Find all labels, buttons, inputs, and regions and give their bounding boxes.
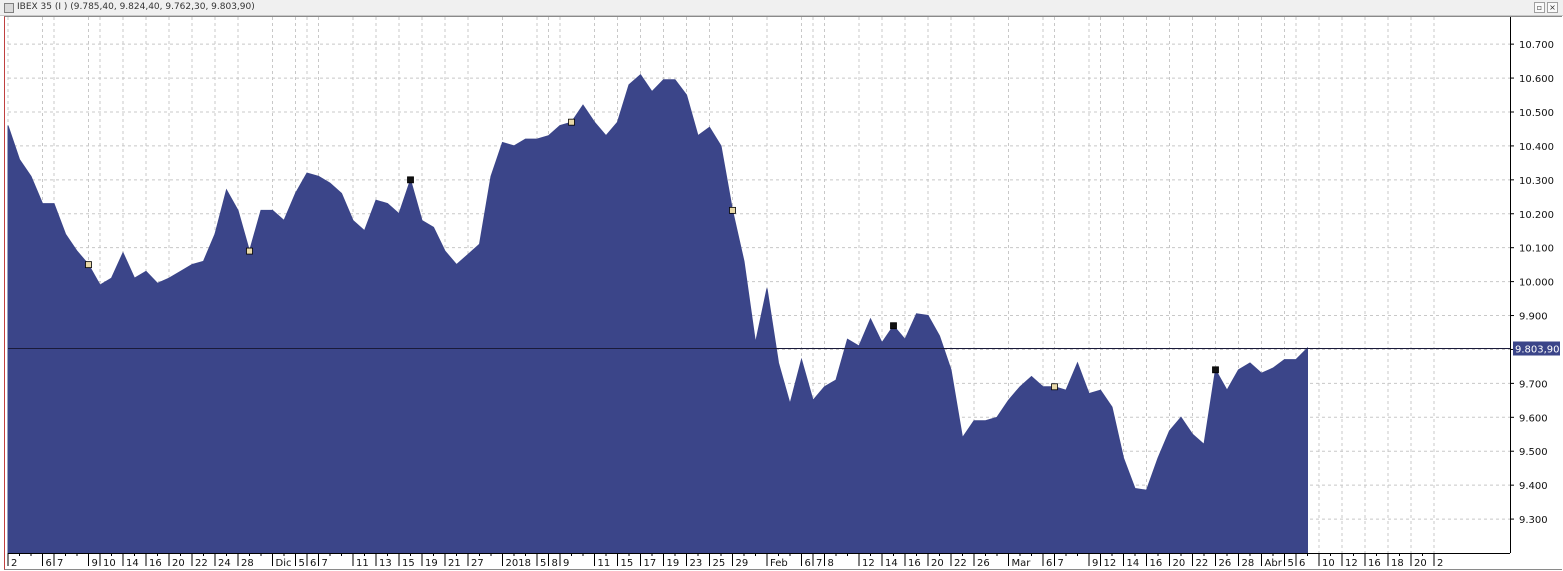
price-tick-label: 9.900 bbox=[1519, 312, 1548, 323]
date-tick-label: 5 bbox=[1288, 558, 1294, 569]
chart-marker bbox=[407, 176, 414, 184]
date-tick-label: 6 bbox=[1299, 558, 1305, 569]
price-tick-label: 10.400 bbox=[1519, 142, 1554, 153]
date-tick-label: 6 bbox=[310, 558, 316, 569]
date-tick-label: 26 bbox=[977, 558, 990, 569]
price-chart[interactable]: 10.700 10.600 10.500 10.400 10.300 10.200 10.1… bbox=[0, 0, 1563, 571]
date-tick-label: 22 bbox=[954, 558, 967, 569]
date-tick-label: 23 bbox=[690, 558, 703, 569]
price-tick-label: 10.300 bbox=[1519, 176, 1554, 187]
price-area-path bbox=[7, 73, 1308, 554]
date-tick-label: 8 bbox=[552, 558, 558, 569]
date-tick-label: 11 bbox=[356, 558, 369, 569]
price-tick-label: 10.700 bbox=[1519, 40, 1554, 51]
date-tick-label: 5 bbox=[540, 558, 546, 569]
date-tick-label: 20 bbox=[931, 558, 944, 569]
date-tick-label: 15 bbox=[402, 558, 415, 569]
date-tick-label: 12 bbox=[862, 558, 875, 569]
date-tick-label: 6 bbox=[1046, 558, 1052, 569]
price-axis: 10.700 10.600 10.500 10.400 10.300 10.200 10.1… bbox=[1510, 17, 1554, 553]
date-tick-label: 18 bbox=[1391, 558, 1404, 569]
price-tick-label: 9.700 bbox=[1519, 379, 1548, 390]
date-tick-label: 20 bbox=[172, 558, 185, 569]
price-tick-label: 9.500 bbox=[1519, 447, 1548, 458]
date-tick-label: 21 bbox=[448, 558, 461, 569]
date-tick-label: 28 bbox=[1242, 558, 1255, 569]
date-tick-label: 12 bbox=[1104, 558, 1117, 569]
date-tick-label: 11 bbox=[598, 558, 611, 569]
price-tick-label: 9.400 bbox=[1519, 481, 1548, 492]
chart-marker bbox=[1051, 383, 1058, 391]
date-tick-label: 6 bbox=[46, 558, 52, 569]
date-tick-label: 9 bbox=[1092, 558, 1098, 569]
chart-marker bbox=[890, 322, 897, 330]
date-tick-label: 2 bbox=[1437, 558, 1443, 569]
date-tick-label: 12 bbox=[1345, 558, 1358, 569]
chart-marker bbox=[246, 247, 253, 255]
date-tick-label: 19 bbox=[425, 558, 438, 569]
price-area bbox=[7, 73, 1308, 554]
date-tick-label: 7 bbox=[322, 558, 328, 569]
date-tick-label: 20 bbox=[1414, 558, 1427, 569]
date-tick-label: 16 bbox=[908, 558, 921, 569]
date-tick-label: 14 bbox=[1127, 558, 1140, 569]
last-value-label: 9.803,90 bbox=[1515, 345, 1560, 356]
date-tick-label: 27 bbox=[471, 558, 484, 569]
date-tick-label: 2 bbox=[11, 558, 17, 569]
date-tick-label: 22 bbox=[1196, 558, 1209, 569]
date-tick-label: 9 bbox=[92, 558, 98, 569]
date-tick-label: 15 bbox=[621, 558, 634, 569]
date-tick-label: 16 bbox=[149, 558, 162, 569]
date-tick-label: 6 bbox=[805, 558, 811, 569]
price-tick-label: 10.500 bbox=[1519, 108, 1554, 119]
date-tick-label: 10 bbox=[1322, 558, 1335, 569]
price-tick-label: 10.200 bbox=[1519, 210, 1554, 221]
date-tick-label: 24 bbox=[218, 558, 231, 569]
price-tick-label: 10.600 bbox=[1519, 74, 1554, 85]
date-tick-label: 19 bbox=[667, 558, 680, 569]
date-tick-label: 7 bbox=[57, 558, 63, 569]
chart-marker bbox=[729, 206, 736, 214]
date-tick-label: 17 bbox=[644, 558, 657, 569]
date-tick-label: Abr bbox=[1265, 558, 1283, 569]
date-tick-label: 14 bbox=[885, 558, 898, 569]
date-tick-label: 29 bbox=[736, 558, 749, 569]
date-tick-label: Feb bbox=[770, 558, 788, 569]
price-tick-label: 10.000 bbox=[1519, 278, 1554, 289]
chart-marker bbox=[85, 261, 92, 269]
date-tick-label: 13 bbox=[379, 558, 392, 569]
date-tick-label: 25 bbox=[713, 558, 726, 569]
date-tick-label: 7 bbox=[816, 558, 822, 569]
date-tick-label: 2018 bbox=[506, 558, 531, 569]
date-tick-label: 14 bbox=[126, 558, 139, 569]
date-tick-label: 26 bbox=[1219, 558, 1232, 569]
date-tick-label: 22 bbox=[195, 558, 208, 569]
price-tick-label: 9.600 bbox=[1519, 413, 1548, 424]
date-tick-label: Mar bbox=[1012, 558, 1032, 569]
date-axis: 2 6 7 9 10 14 16 20 22 24 28 Dic 5 6 7 11 13 15 19 21 27 2018… bbox=[7, 553, 1510, 569]
chart-marker bbox=[1212, 366, 1219, 374]
date-tick-label: 10 bbox=[103, 558, 116, 569]
date-tick-label: 20 bbox=[1173, 558, 1186, 569]
date-tick-label: 9 bbox=[563, 558, 569, 569]
date-tick-label: 16 bbox=[1368, 558, 1381, 569]
date-tick-label: 8 bbox=[828, 558, 834, 569]
price-tick-label: 10.100 bbox=[1519, 244, 1554, 255]
date-tick-label: 16 bbox=[1150, 558, 1163, 569]
chart-marker bbox=[568, 118, 575, 126]
price-tick-label: 9.300 bbox=[1519, 515, 1548, 526]
date-tick-label: 28 bbox=[241, 558, 254, 569]
date-tick-label: 5 bbox=[299, 558, 305, 569]
date-tick-label: 7 bbox=[1058, 558, 1064, 569]
date-tick-label: Dic bbox=[276, 558, 292, 569]
